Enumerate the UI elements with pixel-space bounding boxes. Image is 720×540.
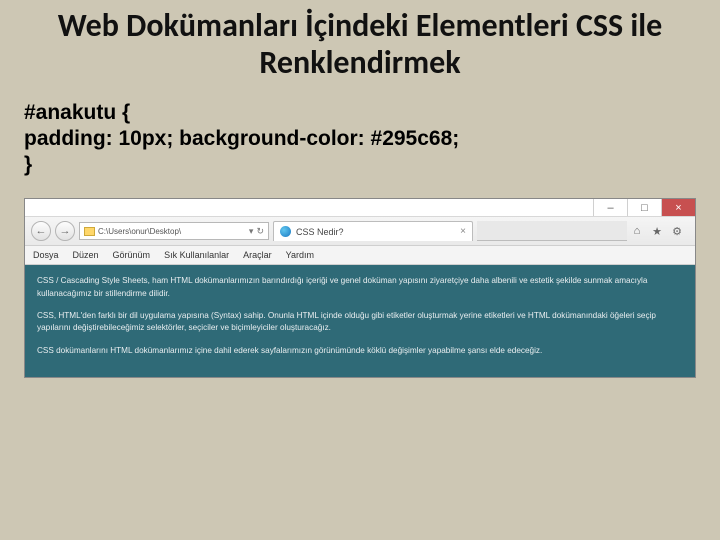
window-titlebar: – □ × [25,199,695,217]
close-button[interactable]: × [661,199,695,216]
tab-close-icon[interactable]: × [460,226,466,237]
slide-title: Web Dokümanları İçindeki Elementleri CSS… [18,8,702,82]
address-dropdown-icon[interactable]: ▾ [249,226,254,237]
address-path: C:\Users\onur\Desktop\ [98,227,181,236]
browser-tab[interactable]: CSS Nedir? × [273,221,473,241]
menu-tools[interactable]: Araçlar [243,250,272,260]
address-bar[interactable]: C:\Users\onur\Desktop\ ▾ ↻ [79,222,269,240]
paragraph-2: CSS, HTML'den farklı bir dil uygulama ya… [37,310,683,335]
paragraph-3: CSS dokümanlarını HTML dokümanlarımız iç… [37,345,683,357]
toolbar-icons: ⌂ ★ ⚙ [631,225,689,237]
tabs-empty-area [477,221,627,241]
css-code-sample: #anakutu { padding: 10px; background-col… [24,100,696,179]
maximize-button[interactable]: □ [627,199,661,216]
back-button[interactable]: ← [31,221,51,241]
ie-icon [280,226,291,237]
menu-bar: Dosya Düzen Görünüm Sık Kullanılanlar Ar… [25,246,695,265]
code-line-3: } [24,152,696,178]
menu-edit[interactable]: Düzen [73,250,99,260]
page-content: CSS / Cascading Style Sheets, ham HTML d… [25,265,695,376]
paragraph-1: CSS / Cascading Style Sheets, ham HTML d… [37,275,683,300]
refresh-icon[interactable]: ↻ [256,226,264,237]
favorites-icon[interactable]: ★ [651,225,663,237]
forward-button[interactable]: → [55,221,75,241]
browser-window: – □ × ← → C:\Users\onur\Desktop\ ▾ ↻ CSS… [24,198,696,377]
code-line-2: padding: 10px; background-color: #295c68… [24,126,696,152]
arrow-left-icon: ← [36,225,47,237]
code-line-1: #anakutu { [24,100,696,126]
home-icon[interactable]: ⌂ [631,225,643,237]
arrow-right-icon: → [60,225,71,237]
menu-fav[interactable]: Sık Kullanılanlar [164,250,229,260]
menu-file[interactable]: Dosya [33,250,59,260]
navigation-bar: ← → C:\Users\onur\Desktop\ ▾ ↻ CSS Nedir… [25,217,695,246]
menu-help[interactable]: Yardım [286,250,314,260]
menu-view[interactable]: Görünüm [113,250,151,260]
settings-icon[interactable]: ⚙ [671,225,683,237]
tab-label: CSS Nedir? [296,227,344,237]
folder-icon [84,227,95,236]
minimize-button[interactable]: – [593,199,627,216]
